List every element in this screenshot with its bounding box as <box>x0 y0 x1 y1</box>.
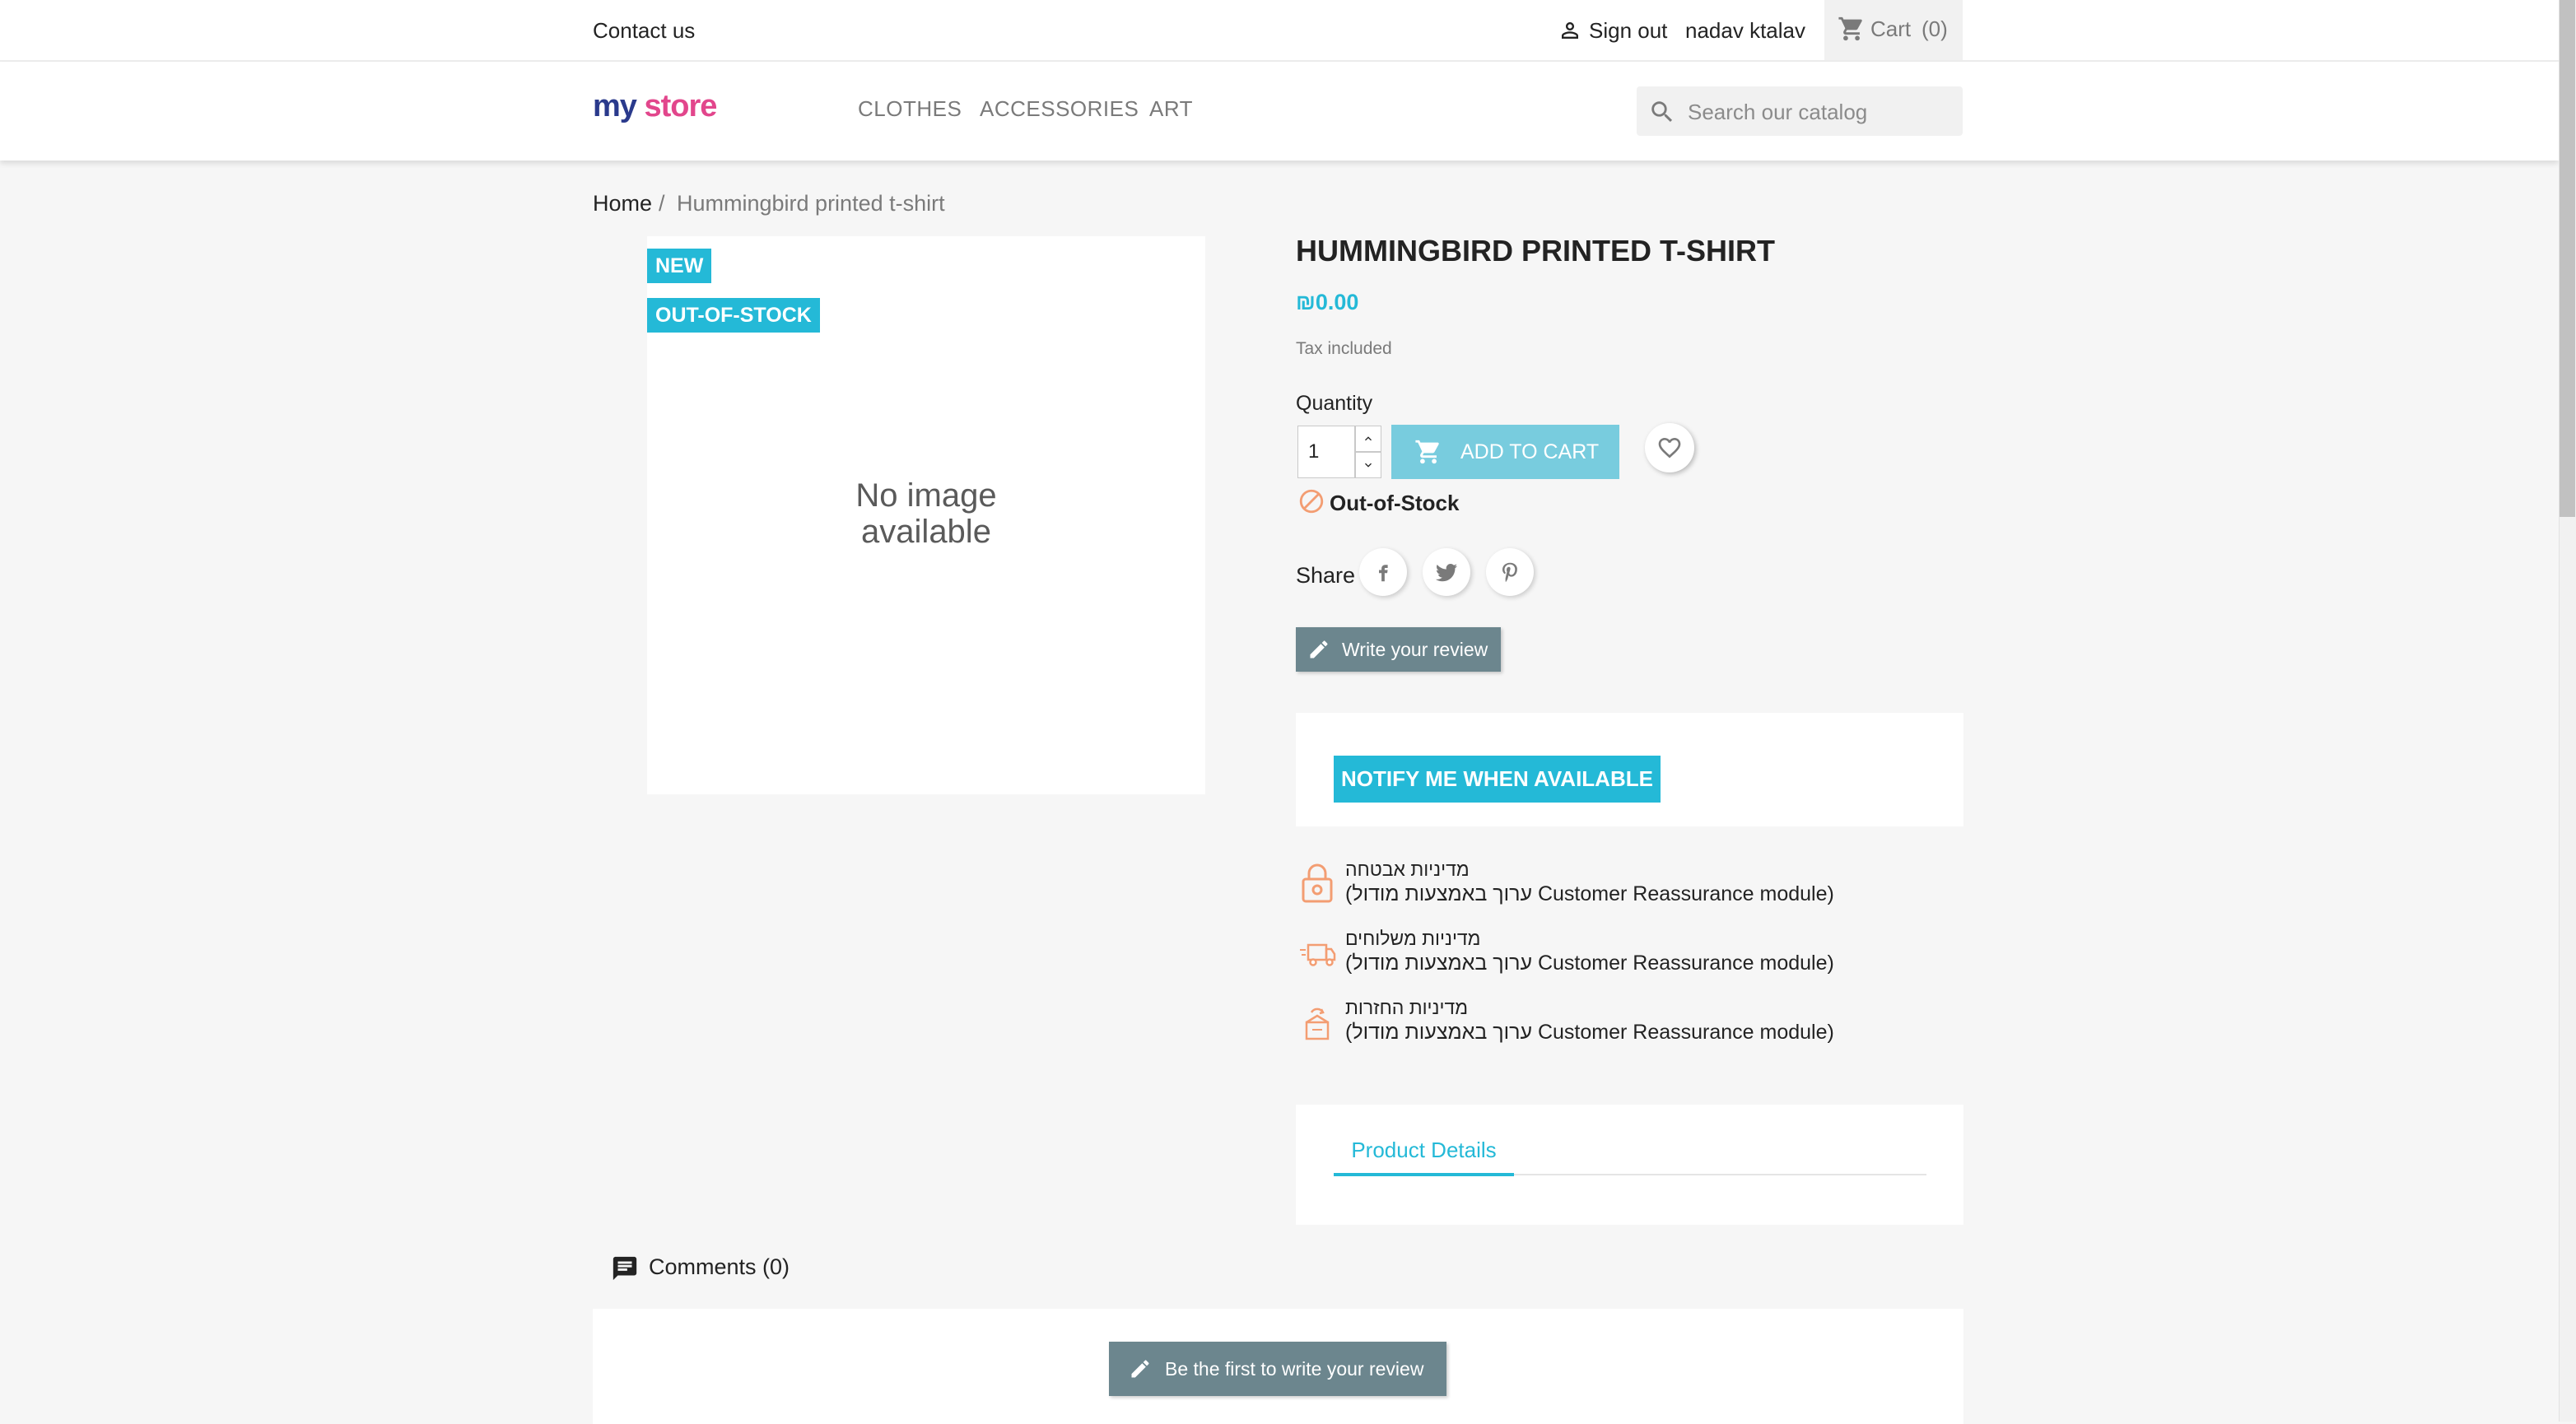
write-review-button[interactable]: Write your review <box>1296 627 1501 672</box>
reassurance-returns-title: מדיניות החזרות <box>1345 997 1469 1018</box>
flag-new: NEW <box>647 249 712 283</box>
search-box <box>1637 86 1963 137</box>
comments-heading: Comments (0) <box>649 1254 790 1279</box>
top-bar <box>0 0 2559 62</box>
nav-accessories[interactable]: ACCESSORIES <box>980 96 1139 122</box>
nav-art[interactable]: ART <box>1149 96 1193 122</box>
write-review-label: Write your review <box>1342 638 1488 660</box>
sign-out-link[interactable]: Sign out <box>1589 18 1667 44</box>
no-image-line-2: available <box>861 514 991 550</box>
cart-icon <box>1838 15 1866 43</box>
reassurance-returns-desc: (ערוך באמצעות מודול Customer Reassurance… <box>1345 1021 1834 1044</box>
cart-icon <box>1414 438 1442 466</box>
cart-label: Cart <box>1870 16 1912 41</box>
share-twitter-button[interactable] <box>1423 548 1470 596</box>
contact-us-link[interactable]: Contact us <box>593 18 695 44</box>
facebook-icon <box>1379 565 1388 582</box>
nav-clothes[interactable]: CLOTHES <box>858 96 962 122</box>
main-header <box>0 62 2559 161</box>
add-to-cart-button[interactable]: ADD TO CART <box>1391 425 1619 479</box>
share-pinterest-button[interactable] <box>1486 548 1534 596</box>
share-label: Share <box>1296 563 1356 588</box>
chevron-down-icon <box>1365 463 1372 468</box>
reassurance-security-title: מדיניות אבטחה <box>1345 859 1470 880</box>
heart-icon <box>1658 438 1681 458</box>
search-icon[interactable] <box>1648 98 1676 126</box>
product-title: HUMMINGBIRD PRINTED T-SHIRT <box>1296 234 1775 268</box>
account-name-link[interactable]: nadav ktalav <box>1685 18 1805 44</box>
product-price: ₪0.00 <box>1296 290 1359 314</box>
chevron-up-icon <box>1365 436 1372 441</box>
quantity-increase-button[interactable] <box>1355 426 1381 452</box>
breadcrumb-current: Hummingbird printed t-shirt <box>677 191 945 216</box>
flag-out-of-stock: OUT-OF-STOCK <box>647 298 820 333</box>
return-box-icon <box>1298 1003 1336 1044</box>
quantity-stepper <box>1297 426 1359 478</box>
reassurance-shipping-title: מדיניות משלוחים <box>1345 928 1481 949</box>
cart-button[interactable]: Cart (0) <box>1824 0 1963 60</box>
wishlist-button[interactable] <box>1645 423 1694 472</box>
page-scrollbar-thumb[interactable] <box>2560 0 2575 517</box>
comment-icon <box>611 1254 639 1282</box>
cart-count: (0) <box>1922 16 1948 41</box>
share-facebook-button[interactable] <box>1359 548 1407 596</box>
logo-part-store: store <box>644 89 717 123</box>
notify-when-available-button[interactable]: NOTIFY ME WHEN AVAILABLE <box>1334 756 1661 803</box>
logo-part-my: my <box>593 89 637 123</box>
breadcrumb-home[interactable]: Home <box>593 191 652 216</box>
user-icon <box>1558 18 1582 43</box>
truck-icon <box>1298 933 1336 975</box>
quantity-label: Quantity <box>1296 392 1373 415</box>
reassurance-shipping-desc: (ערוך באמצעות מודול Customer Reassurance… <box>1345 952 1834 975</box>
twitter-icon <box>1435 564 1458 582</box>
add-to-cart-label: ADD TO CART <box>1460 440 1600 463</box>
tab-product-details[interactable]: Product Details <box>1334 1138 1514 1176</box>
pencil-icon <box>1129 1357 1152 1380</box>
quantity-input[interactable] <box>1298 426 1359 477</box>
reassurance-security-desc: (ערוך באמצעות מודול Customer Reassurance… <box>1345 882 1834 905</box>
pinterest-icon <box>1502 562 1517 583</box>
first-review-button[interactable]: Be the first to write your review <box>1109 1342 1446 1396</box>
no-image-line-1: No image <box>855 477 997 514</box>
tax-label: Tax included <box>1296 339 1392 358</box>
no-image-text: No image available <box>647 477 1205 550</box>
lock-icon <box>1298 863 1336 904</box>
first-review-label: Be the first to write your review <box>1165 1357 1424 1380</box>
pencil-icon <box>1307 638 1330 661</box>
breadcrumb-separator: / <box>659 191 665 216</box>
search-input[interactable] <box>1686 86 1953 137</box>
block-icon <box>1297 487 1325 515</box>
quantity-decrease-button[interactable] <box>1355 452 1381 478</box>
availability-status: Out-of-Stock <box>1330 491 1460 515</box>
store-logo[interactable]: my store <box>593 89 717 124</box>
